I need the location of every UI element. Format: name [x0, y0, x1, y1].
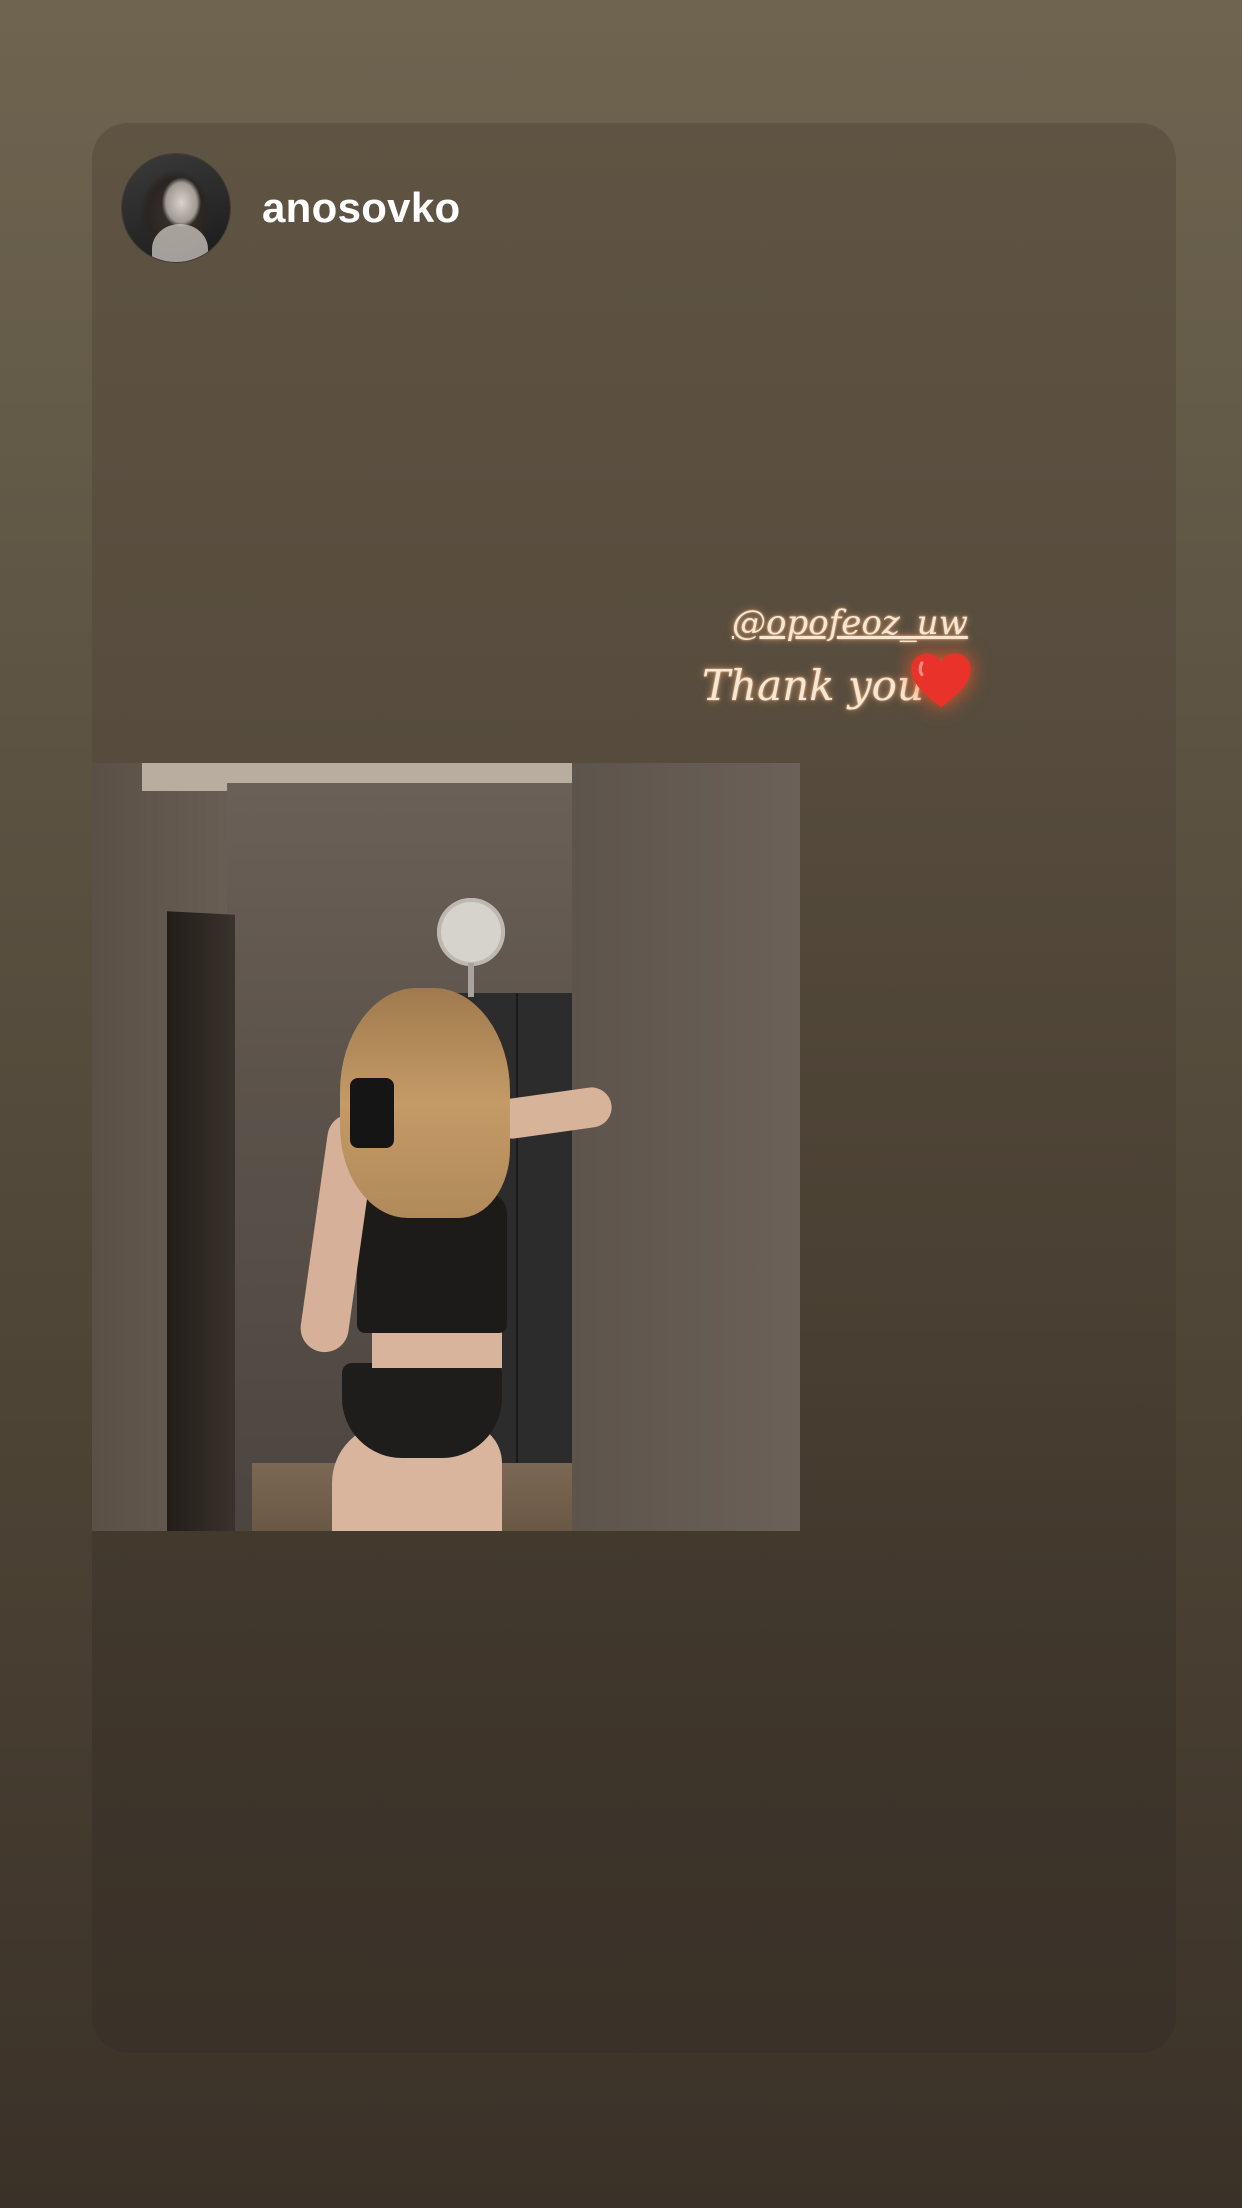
avatar[interactable] — [122, 154, 230, 262]
heart-icon — [911, 653, 971, 708]
photo-fan-stand — [468, 963, 474, 997]
mirror-selfie-photo — [92, 763, 800, 1531]
photo-person-bottom — [342, 1363, 502, 1458]
story-card[interactable]: anosovko @opofeoz_uw Thank you — [92, 123, 1176, 2053]
photo-person-waist — [372, 1328, 502, 1368]
mention-link[interactable]: @opofeoz_uw — [732, 603, 968, 643]
photo-wall-right — [572, 763, 800, 1531]
thank-you-caption: Thank you — [702, 661, 925, 710]
photo-phone — [350, 1078, 394, 1148]
username[interactable]: anosovko — [262, 184, 460, 232]
mention-sticker[interactable]: @opofeoz_uw Thank you — [702, 603, 1002, 723]
story-header: anosovko — [122, 153, 460, 263]
photo-fan — [437, 898, 505, 966]
photo-door-frame — [167, 911, 235, 1531]
